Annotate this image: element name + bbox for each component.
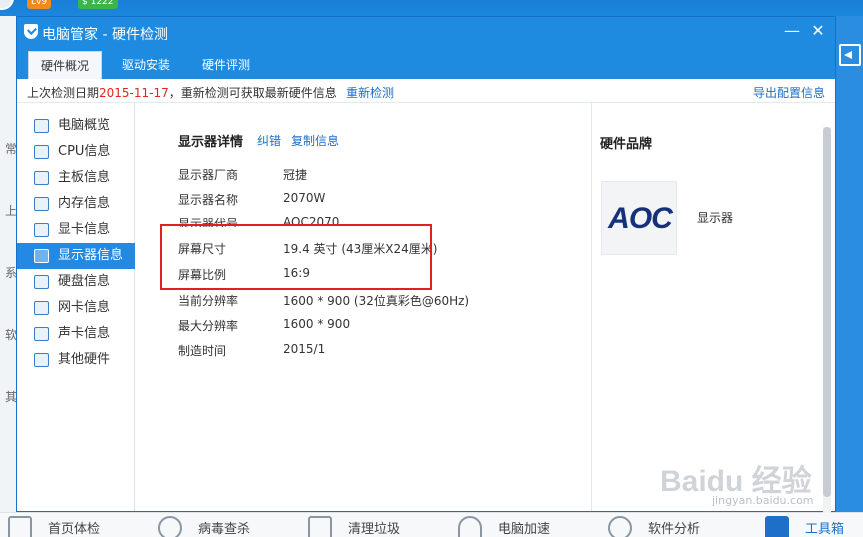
motherboard-icon	[34, 171, 49, 185]
scrollbar-thumb[interactable]	[823, 127, 831, 497]
bottom-nav-toolbox[interactable]: 工具箱	[765, 513, 860, 537]
background-right-panel	[836, 16, 863, 516]
sidebar-item-sound-card[interactable]: 声卡信息	[17, 321, 135, 347]
sound-card-icon	[34, 327, 49, 341]
copy-info-link[interactable]: 复制信息	[291, 132, 339, 149]
title-bar[interactable]: 电脑管家 - 硬件检测 — ✕	[17, 17, 835, 47]
background-left-panel: 常 上 系 软 其	[0, 16, 17, 516]
bottom-nav-speedup[interactable]: 电脑加速	[458, 513, 568, 537]
points-badge: $ 1222	[78, 0, 118, 9]
brand-logo: AOC	[601, 181, 677, 255]
info-bar: 上次检测日期2015-11-17，重新检测可获取最新硬件信息 重新检测 导出配置…	[17, 79, 835, 103]
tab-driver-install[interactable]: 驱动安装	[109, 51, 183, 79]
toolbox-icon	[765, 516, 789, 537]
target-icon	[158, 516, 182, 537]
sidebar-item-monitor[interactable]: 显示器信息	[17, 243, 135, 269]
tab-hardware-overview[interactable]: 硬件概况	[28, 51, 102, 79]
sidebar-item-other-hardware[interactable]: 其他硬件	[17, 347, 135, 373]
detail-row: 制造时间 2015/1	[178, 342, 326, 358]
chart-icon	[8, 516, 32, 537]
window-title: 电脑管家 - 硬件检测	[42, 27, 168, 43]
close-button[interactable]: ✕	[807, 21, 829, 43]
minimize-button[interactable]: —	[781, 21, 803, 43]
sidebar-item-gpu[interactable]: 显卡信息	[17, 217, 135, 243]
detail-row: 最大分辨率 1600 * 900	[178, 317, 351, 333]
memory-icon	[34, 197, 49, 211]
other-hardware-icon	[34, 353, 49, 367]
rocket-icon	[458, 516, 482, 537]
sidebar-item-overview[interactable]: 电脑概览	[17, 113, 135, 139]
export-config-link[interactable]: 导出配置信息	[753, 84, 825, 101]
aoc-logo-text: AOC	[608, 202, 673, 235]
harddisk-icon	[34, 275, 49, 289]
last-check-label: 上次检测日期2015-11-17，重新检测可获取最新硬件信息	[27, 86, 337, 100]
watermark-url: jingyan.baidu.com	[712, 494, 814, 507]
sidebar-item-cpu[interactable]: CPU信息	[17, 139, 135, 165]
monitor-detail-panel: 显示器详情 纠错 复制信息 显示器厂商 冠捷 显示器名称 2070W 显示器代号 AO…	[135, 103, 591, 511]
highlight-box	[160, 224, 432, 290]
level-badge: Lv9	[27, 0, 52, 9]
overview-icon	[34, 119, 49, 133]
sidebar-item-motherboard[interactable]: 主板信息	[17, 165, 135, 191]
monitor-icon	[34, 249, 49, 263]
background-top-bar: Lv9 $ 1222	[0, 0, 863, 16]
broom-icon	[308, 516, 332, 537]
detail-row: 显示器厂商 冠捷	[178, 168, 308, 182]
sidebar-item-harddisk[interactable]: 硬盘信息	[17, 269, 135, 295]
tab-hardware-benchmark[interactable]: 硬件评测	[189, 51, 263, 79]
report-error-link[interactable]: 纠错	[257, 132, 281, 149]
avatar[interactable]	[0, 0, 14, 10]
sidebar-item-network-card[interactable]: 网卡信息	[17, 295, 135, 321]
bottom-nav-antivirus[interactable]: 病毒查杀	[158, 513, 268, 537]
software-icon	[608, 516, 632, 537]
bottom-nav-software[interactable]: 软件分析	[608, 513, 718, 537]
hardware-sidebar: 电脑概览 CPU信息 主板信息 内存信息 显卡信息 显示器信息 硬盘信息 网卡信…	[17, 103, 135, 511]
bottom-nav-checkup[interactable]: 首页体检	[8, 513, 118, 537]
brand-panel: 硬件品牌 AOC 显示器	[591, 103, 825, 511]
bottom-nav-bar: 首页体检 病毒查杀 清理垃圾 电脑加速 软件分析 工具箱	[0, 512, 863, 537]
tab-bar: 硬件概况 驱动安装 硬件评测	[17, 47, 835, 79]
gpu-icon	[34, 223, 49, 237]
recheck-link[interactable]: 重新检测	[346, 84, 394, 101]
shield-icon	[24, 24, 38, 39]
last-check-date: 2015-11-17	[99, 86, 169, 100]
cpu-icon	[34, 145, 49, 159]
exit-icon[interactable]	[839, 44, 861, 66]
sidebar-item-memory[interactable]: 内存信息	[17, 191, 135, 217]
detail-row: 当前分辨率 1600 * 900 (32位真彩色@60Hz)	[178, 294, 470, 308]
detail-row: 显示器名称 2070W	[178, 191, 326, 207]
network-card-icon	[34, 301, 49, 315]
brand-title: 硬件品牌	[600, 137, 653, 152]
bottom-nav-cleanup[interactable]: 清理垃圾	[308, 513, 418, 537]
brand-device-label: 显示器	[697, 211, 734, 225]
detail-title: 显示器详情	[178, 135, 244, 150]
